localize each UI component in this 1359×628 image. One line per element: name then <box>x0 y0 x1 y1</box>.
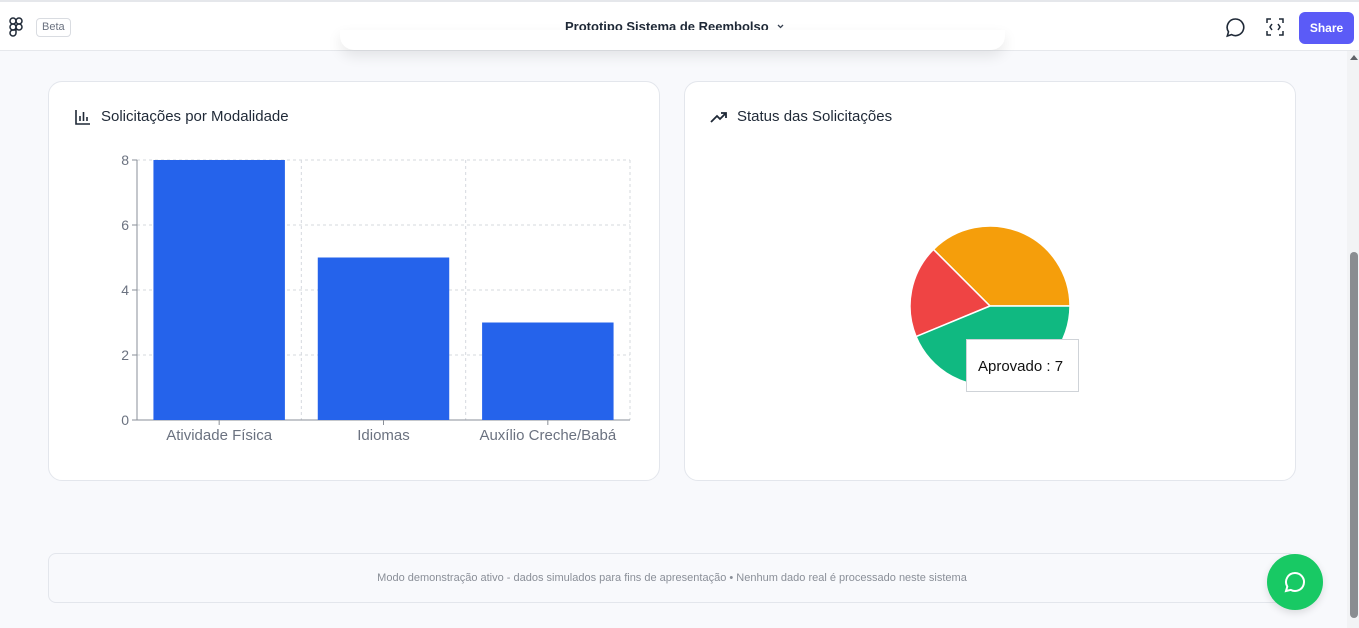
bar <box>482 322 614 420</box>
chat-button[interactable] <box>1267 554 1323 610</box>
y-tick-label: 4 <box>121 282 129 298</box>
tooltip-text: Aprovado : 7 <box>978 358 1064 375</box>
x-tick-label: Auxílio Creche/Babá <box>479 427 616 444</box>
y-tick-label: 0 <box>121 412 129 428</box>
y-tick-label: 2 <box>121 347 129 363</box>
demo-footer: Modo demonstração ativo - dados simulado… <box>48 553 1296 603</box>
bar <box>153 160 285 420</box>
charts-layer: 0 2 4 6 8 Atividade Física Idiomas Auxílio Crec… <box>121 152 1071 444</box>
scroll-up-arrow[interactable] <box>1350 55 1358 60</box>
chat-bubble-icon <box>1284 571 1306 593</box>
y-tick-label: 6 <box>121 217 129 233</box>
x-tick-label: Idiomas <box>357 427 410 444</box>
scrollbar-thumb[interactable] <box>1350 252 1358 618</box>
bar <box>317 257 450 420</box>
x-tick-label: Atividade Física <box>166 427 273 444</box>
footer-text: Modo demonstração ativo - dados simulado… <box>377 572 967 584</box>
y-tick-label: 8 <box>121 152 129 168</box>
pie-tooltip: Aprovado : 7 <box>966 339 1079 392</box>
